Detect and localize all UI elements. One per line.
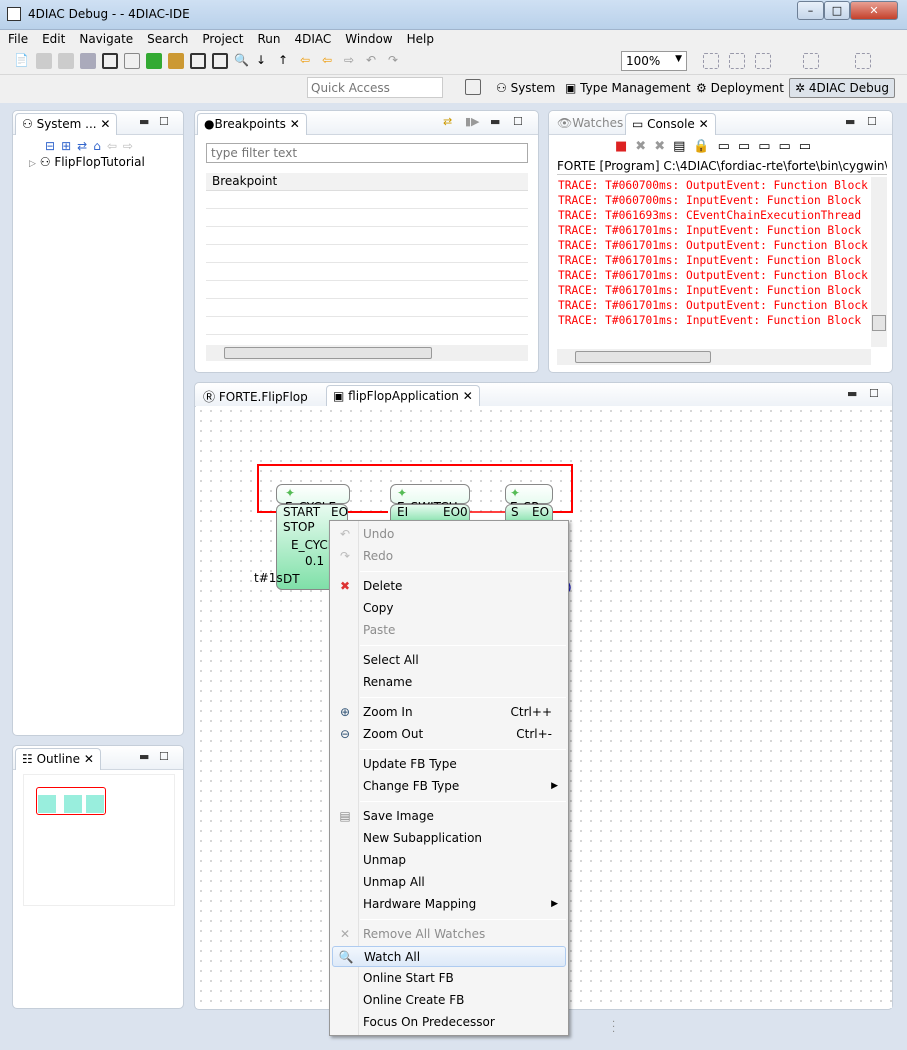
menu-item-label: Copy [363,601,394,615]
redo-icon: ↷ [339,549,351,563]
menu-item-label: Select All [363,653,419,667]
zoom-in-icon: ⊕ [339,705,351,719]
menu-item-unmap[interactable]: Unmap [332,850,566,871]
submenu-arrow-icon: ▶ [551,781,558,791]
menu-item-label: Redo [363,549,394,563]
menu-item-rename[interactable]: Rename [332,672,566,693]
menu-item-label: Focus On Predecessor [363,1015,495,1029]
shortcut-label: Ctrl+- [516,727,552,741]
menu-item-hardware-mapping[interactable]: Hardware Mapping ▶ [332,894,566,915]
port-ei[interactable]: EI [397,505,408,519]
menu-item-copy[interactable]: Copy [332,598,566,619]
menu-item-remove-all-watches[interactable]: ✕ Remove All Watches [332,924,566,945]
menu-item-new-subapplication[interactable]: New Subapplication [332,828,566,849]
menu-item-online-create-fb[interactable]: Online Create FB [332,990,566,1011]
menu-item-label: Delete [363,579,403,593]
menu-separator [360,571,566,572]
delete-icon: ✖ [339,579,351,593]
menu-item-label: Update FB Type [363,757,457,771]
menu-item-label: Online Create FB [363,993,465,1007]
port-dt[interactable]: DT [283,572,300,586]
menu-item-label: Zoom Out [363,727,424,741]
menu-item-select-all[interactable]: Select All [332,650,566,671]
port-eo0[interactable]: EO0 [443,505,468,519]
context-menu: ↶ Undo ↷ Redo ✖ Delete Copy Paste Select All Rena… [329,520,569,1036]
submenu-arrow-icon: ▶ [551,899,558,909]
menu-item-label: Online Start FB [363,971,454,985]
menu-item-redo[interactable]: ↷ Redo [332,546,566,567]
menu-item-focus-on-predecessor[interactable]: Focus On Predecessor [332,1012,566,1033]
shortcut-label: Ctrl++ [510,705,552,719]
menu-item-update-fb-type[interactable]: Update FB Type [332,754,566,775]
menu-item-label: Watch All [364,950,421,964]
menu-item-label: Change FB Type [363,779,460,793]
menu-item-label: Zoom In [363,705,413,719]
port-eo[interactable]: EO [331,505,348,519]
fb-type-icon: ✦ [285,486,296,500]
menu-item-paste[interactable]: Paste [332,620,566,641]
menu-item-label: Hardware Mapping [363,897,477,911]
fb-e-switch-header[interactable]: ✦ E_SWITCH [390,484,470,514]
menu-item-zoom-in[interactable]: ⊕ Zoom In Ctrl++ [332,702,566,723]
menu-item-undo[interactable]: ↶ Undo [332,524,566,545]
port-s[interactable]: S [511,505,519,519]
menu-item-label: Unmap [363,853,407,867]
fb-e-cycle-header[interactable]: ✦ E_CYCLE [276,484,350,514]
port-stop[interactable]: STOP [283,520,315,534]
fb-e-sr-header[interactable]: ✦ E_SR [505,484,553,514]
resize-handle-icon[interactable]: · · · [612,1018,615,1038]
menu-separator [360,749,566,750]
menu-item-zoom-out[interactable]: ⊖ Zoom Out Ctrl+- [332,724,566,745]
save-image-icon: ▤ [339,809,351,823]
menu-item-label: Paste [363,623,396,637]
menu-separator [360,919,566,920]
menu-separator [360,801,566,802]
menu-item-save-image[interactable]: ▤ Save Image [332,806,566,827]
menu-item-watch-all[interactable]: 🔍 Watch All [332,946,566,967]
menu-item-change-fb-type[interactable]: Change FB Type ▶ [332,776,566,797]
undo-icon: ↶ [339,527,351,541]
menu-item-label: Undo [363,527,395,541]
watch-icon: 🔍 [338,950,354,964]
menu-separator [360,645,566,646]
menu-item-label: Save Image [363,809,434,823]
menu-item-label: New Subapplication [363,831,483,845]
menu-separator [360,697,566,698]
port-eo[interactable]: EO [532,505,549,519]
port-start[interactable]: START [283,505,320,519]
menu-item-online-start-fb[interactable]: Online Start FB [332,968,566,989]
menu-item-label: Rename [363,675,413,689]
menu-item-label: Unmap All [363,875,425,889]
fb-type-icon: ✦ [397,486,408,500]
remove-watches-icon: ✕ [339,927,351,941]
fb-type-icon: ✦ [510,486,521,500]
fb-version: 0.1 [305,554,325,568]
zoom-out-icon: ⊖ [339,727,351,741]
menu-item-unmap-all[interactable]: Unmap All [332,872,566,893]
menu-item-label: Remove All Watches [363,927,486,941]
parameter-dt-value[interactable]: t#1s [254,571,283,585]
menu-item-delete[interactable]: ✖ Delete [332,576,566,597]
